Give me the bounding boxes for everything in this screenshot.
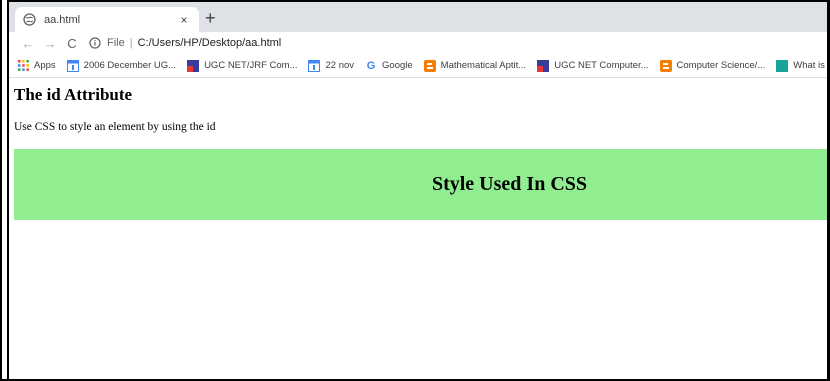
tab-aa-html[interactable]: aa.html ×: [15, 7, 199, 32]
blogger-icon: [659, 59, 672, 72]
page-paragraph: Use CSS to style an element by using the…: [14, 121, 216, 133]
frame-left-border: [7, 0, 9, 381]
bookmark-what-is-tp0-tp4[interactable]: What is TP0-TP4 (tr...: [776, 59, 827, 72]
site-icon: [187, 59, 200, 72]
bookmark-mathematical-aptitude[interactable]: Mathematical Aptit...: [423, 59, 527, 72]
site-icon: [776, 59, 789, 72]
calendar-icon: [66, 59, 79, 72]
bookmark-label: Google: [382, 60, 413, 71]
bookmark-label: UGC NET Computer...: [554, 60, 649, 71]
bookmark-computer-science[interactable]: Computer Science/...: [659, 59, 766, 72]
apps-grid-icon: [17, 60, 29, 72]
tab-strip: aa.html × +: [9, 2, 827, 32]
bookmark-label: Computer Science/...: [676, 60, 766, 71]
bookmark-label: 22 nov: [325, 60, 355, 71]
page-content: The id Attribute Use CSS to style an ele…: [9, 80, 827, 379]
forward-button[interactable]: →: [39, 37, 61, 50]
tab-title: aa.html: [44, 13, 81, 26]
url-scheme-label: File: [107, 37, 125, 49]
frame-top-border: [7, 0, 830, 2]
back-button[interactable]: ←: [17, 37, 39, 50]
blogger-icon: [423, 59, 436, 72]
styled-id-block: Style Used In CSS: [14, 149, 827, 220]
page-heading: The id Attribute: [14, 85, 133, 104]
globe-icon: [23, 13, 36, 26]
url-text[interactable]: C:/Users/HP/Desktop/aa.html: [138, 37, 282, 49]
site-icon: [537, 59, 550, 72]
info-icon[interactable]: [89, 37, 101, 49]
bookmark-label: 2006 December UG...: [83, 60, 177, 71]
navigation-toolbar: ← → C File | C:/Users/HP/Desktop/aa.html: [9, 32, 827, 54]
bookmark-22-nov[interactable]: 22 nov: [308, 59, 355, 72]
google-icon: G: [366, 59, 376, 72]
bookmark-2006-december[interactable]: 2006 December UG...: [66, 59, 177, 72]
bookmark-ugc-net-jrf[interactable]: UGC NET/JRF Com...: [187, 59, 298, 72]
reload-button[interactable]: C: [61, 37, 83, 50]
calendar-icon: [308, 59, 321, 72]
bookmarks-bar: Apps 2006 December UG... UGC NET/JRF Com…: [9, 54, 827, 78]
address-bar[interactable]: File | C:/Users/HP/Desktop/aa.html: [89, 33, 281, 53]
bookmark-label: UGC NET/JRF Com...: [204, 60, 298, 71]
url-separator: |: [129, 37, 133, 49]
bookmark-google[interactable]: G Google: [365, 60, 413, 72]
bookmark-label: Apps: [34, 60, 56, 71]
bookmark-label: Mathematical Aptit...: [440, 60, 527, 71]
bookmark-apps[interactable]: Apps: [17, 60, 56, 72]
browser-chrome: aa.html × + ← → C File | C:/Users/HP/Des…: [9, 2, 827, 78]
bookmark-label: What is TP0-TP4 (tr...: [793, 60, 827, 71]
styled-block-text: Style Used In CSS: [431, 173, 588, 195]
new-tab-button[interactable]: +: [205, 9, 216, 27]
close-icon[interactable]: ×: [177, 14, 191, 26]
bookmark-ugc-net-computer[interactable]: UGC NET Computer...: [537, 59, 649, 72]
